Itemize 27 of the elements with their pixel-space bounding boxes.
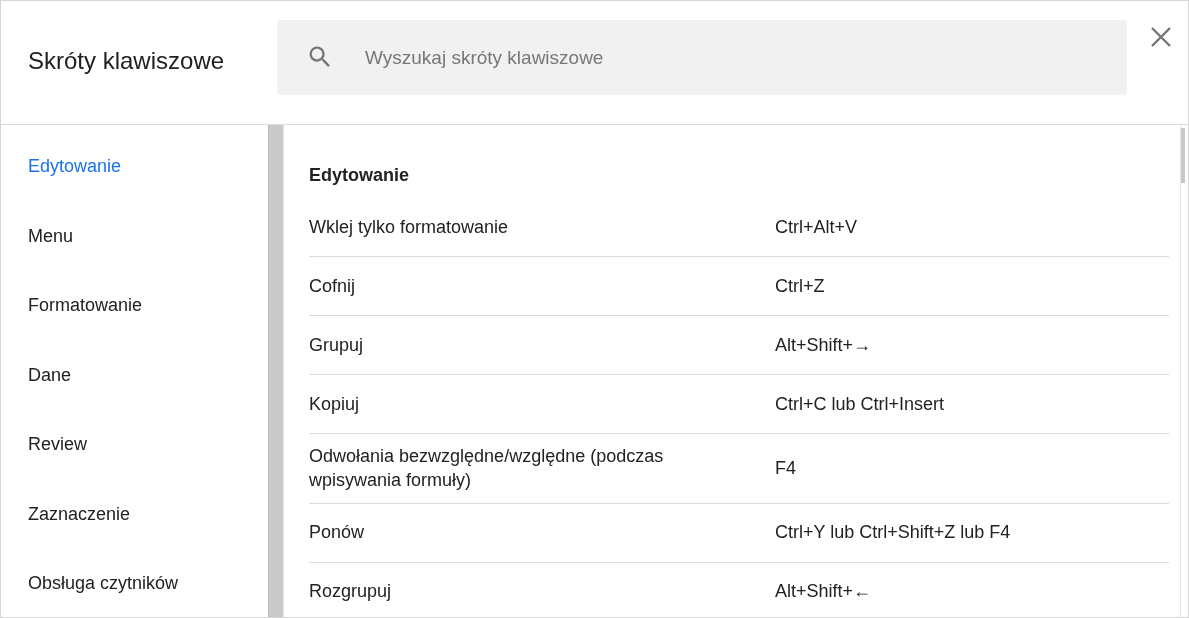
shortcut-keys: Ctrl+Alt+V	[775, 216, 858, 238]
shortcut-keys: F4	[775, 457, 796, 479]
sidebar-item[interactable]: Menu	[1, 220, 268, 290]
sidebar-item[interactable]: Zaznaczenie	[1, 498, 268, 568]
shortcut-keys: Alt+Shift+→	[775, 334, 872, 356]
shortcut-action: Rozgrupuj	[309, 580, 393, 604]
shortcut-keys: Ctrl+Y lub Ctrl+Shift+Z lub F4	[775, 522, 1011, 544]
shortcut-action: Grupuj	[309, 333, 365, 357]
sidebar-item[interactable]: Obsługa czytników	[1, 568, 268, 617]
scrollbar[interactable]	[268, 125, 283, 617]
shortcut-keys: Ctrl+Z	[775, 275, 825, 297]
close-icon[interactable]	[1150, 26, 1172, 48]
shortcut-action: Ponów	[309, 521, 366, 545]
scrollbar-thumb[interactable]	[1181, 128, 1185, 183]
dialog-title: Skróty klawiszowe	[28, 47, 226, 75]
shortcut-action: Wklej tylko formatowanie	[309, 215, 510, 239]
shortcut-action: Odwołania bezwzględne/względne (podczas wpisywania formuły)	[309, 445, 665, 493]
search-field[interactable]: Wyszukaj skróty klawiszowe	[277, 20, 1127, 95]
sidebar-item[interactable]: Formatowanie	[1, 290, 268, 360]
shortcut-action: Cofnij	[309, 274, 357, 298]
sidebar-item[interactable]: Review	[1, 429, 268, 499]
shortcut-keys: Ctrl+C lub Ctrl+Insert	[775, 393, 945, 415]
sidebar-item[interactable]: Dane	[1, 359, 268, 429]
section-heading: Edytowanie	[309, 164, 411, 187]
shortcut-action: Kopiuj	[309, 392, 361, 416]
shortcut-keys: Alt+Shift+←	[775, 581, 872, 603]
sidebar-item[interactable]: Edytowanie	[1, 151, 268, 221]
